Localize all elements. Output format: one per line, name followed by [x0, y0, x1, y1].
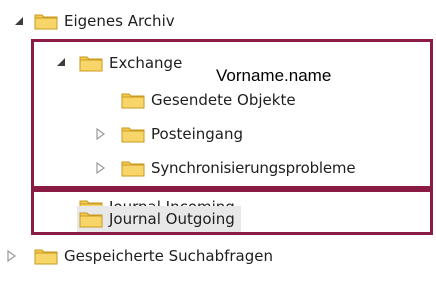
- folder-icon: [34, 249, 58, 265]
- selection-highlight: Journal Outgoing: [77, 206, 241, 232]
- collapsed-arrow-icon[interactable]: [5, 249, 19, 263]
- mailbox-name-annotation: Vorname.name: [216, 66, 332, 85]
- tree-item-label: Exchange: [109, 53, 183, 72]
- tree-item-label: Synchronisierungsprobleme: [151, 158, 356, 177]
- folder-icon: [79, 56, 103, 72]
- tree-item-synchronisierungsprobleme[interactable]: Synchronisierungsprobleme: [0, 155, 356, 181]
- tree-item-posteingang[interactable]: Posteingang: [0, 121, 243, 147]
- tree-item-gespeicherte-suchabfragen[interactable]: Gespeicherte Suchabfragen: [0, 243, 273, 269]
- expanded-arrow-icon[interactable]: [13, 14, 27, 28]
- tree-item-label: Posteingang: [151, 124, 244, 143]
- folder-icon: [121, 161, 145, 177]
- tree-item-label: Gesendete Objekte: [151, 90, 296, 109]
- collapsed-arrow-icon[interactable]: [94, 161, 108, 175]
- folder-icon: [34, 14, 58, 30]
- tree-item-journal-outgoing[interactable]: Journal Outgoing: [0, 204, 241, 234]
- tree-item-label: Eigenes Archiv: [64, 11, 175, 30]
- folder-icon: [121, 93, 145, 109]
- folder-icon: [121, 127, 145, 143]
- expanded-arrow-icon[interactable]: [55, 55, 69, 69]
- tree-item-gesendete-objekte[interactable]: Gesendete Objekte: [0, 87, 296, 113]
- collapsed-arrow-icon[interactable]: [94, 127, 108, 141]
- tree-item-eigenes-archiv[interactable]: Eigenes Archiv: [0, 8, 175, 34]
- tree-item-label: Gespeicherte Suchabfragen: [64, 246, 274, 265]
- tree-item-exchange[interactable]: Exchange: [0, 50, 182, 76]
- tree-item-label: Journal Outgoing: [109, 209, 235, 228]
- folder-icon: [79, 212, 103, 228]
